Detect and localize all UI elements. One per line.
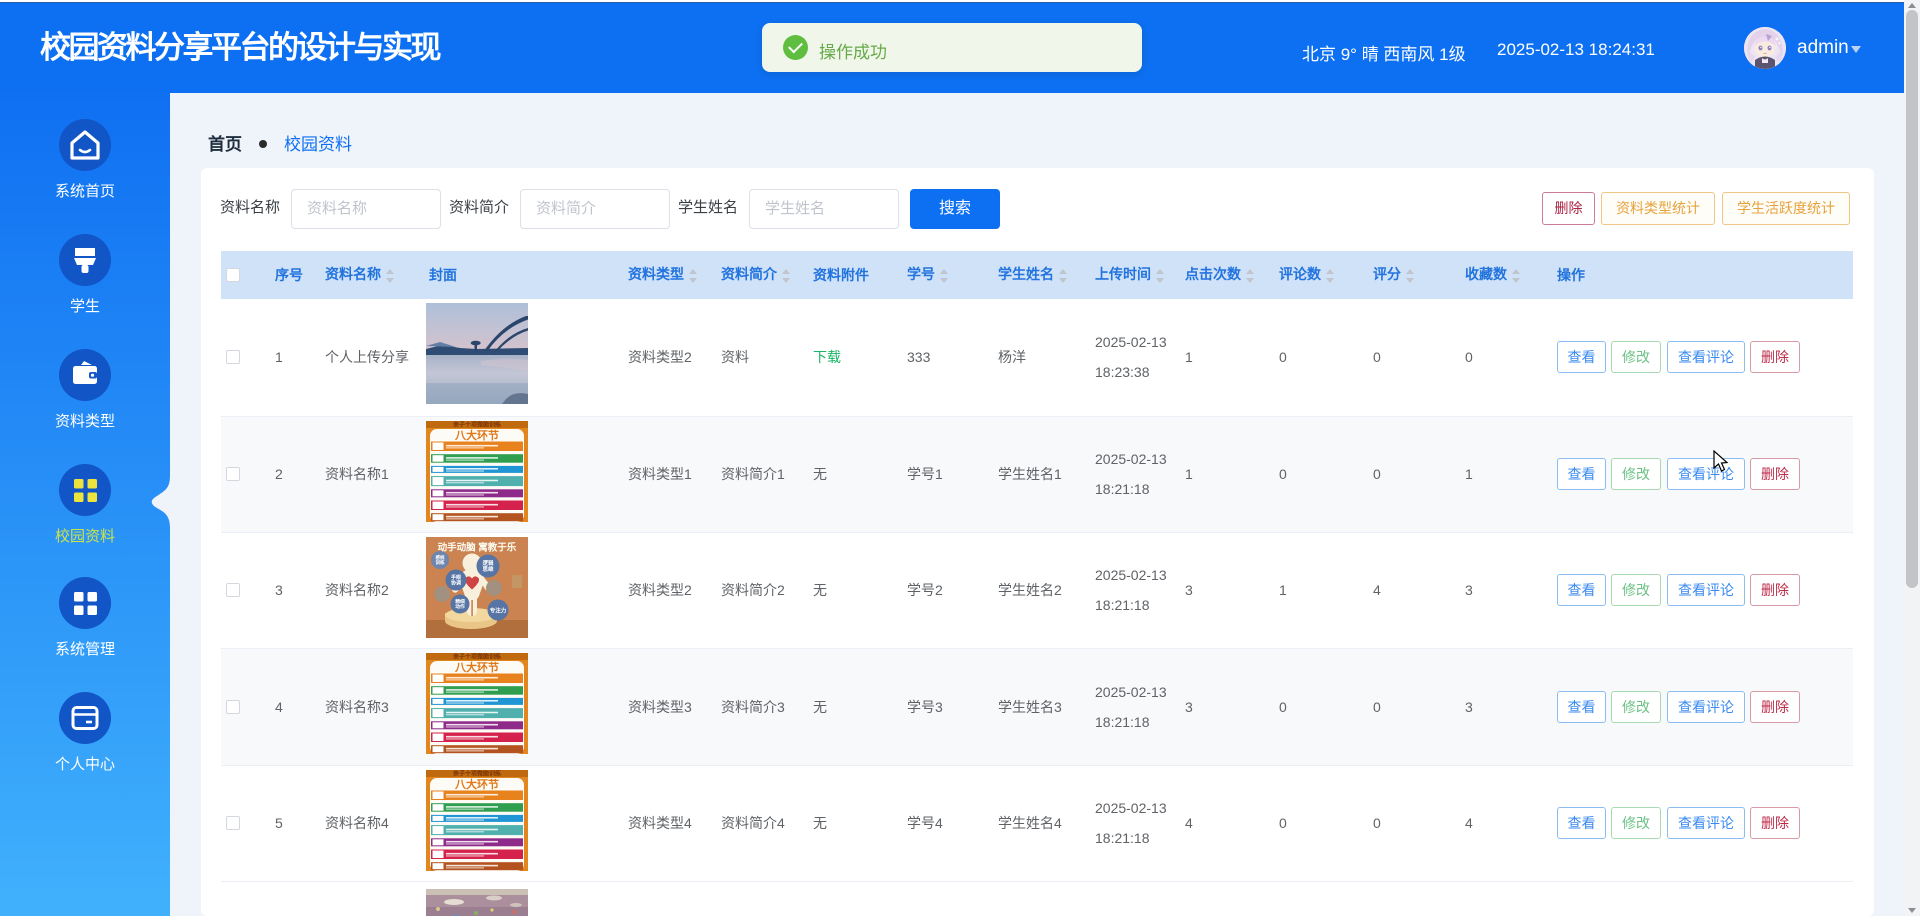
svg-text:亲子十项微脑训练: 亲子十项微脑训练: [453, 421, 501, 429]
svg-text:八大环节: 八大环节: [454, 428, 499, 442]
svg-text:专注力: 专注力: [490, 606, 507, 614]
svg-text:八大环节: 八大环节: [454, 777, 499, 791]
svg-text:协调: 协调: [451, 579, 461, 586]
svg-text:亲子十项微脑训练: 亲子十项微脑训练: [453, 653, 501, 661]
svg-text:八大环节: 八大环节: [454, 660, 499, 674]
svg-text:亲子十项微脑训练: 亲子十项微脑训练: [453, 770, 501, 778]
svg-text:逻辑: 逻辑: [482, 559, 494, 567]
svg-text:精细: 精细: [455, 598, 465, 605]
svg-text:动作: 动作: [455, 603, 465, 610]
svg-text:训练: 训练: [436, 559, 445, 566]
svg-text:思维: 思维: [482, 565, 494, 573]
svg-text:动手动脑 寓教于乐: 动手动脑 寓教于乐: [438, 541, 517, 553]
